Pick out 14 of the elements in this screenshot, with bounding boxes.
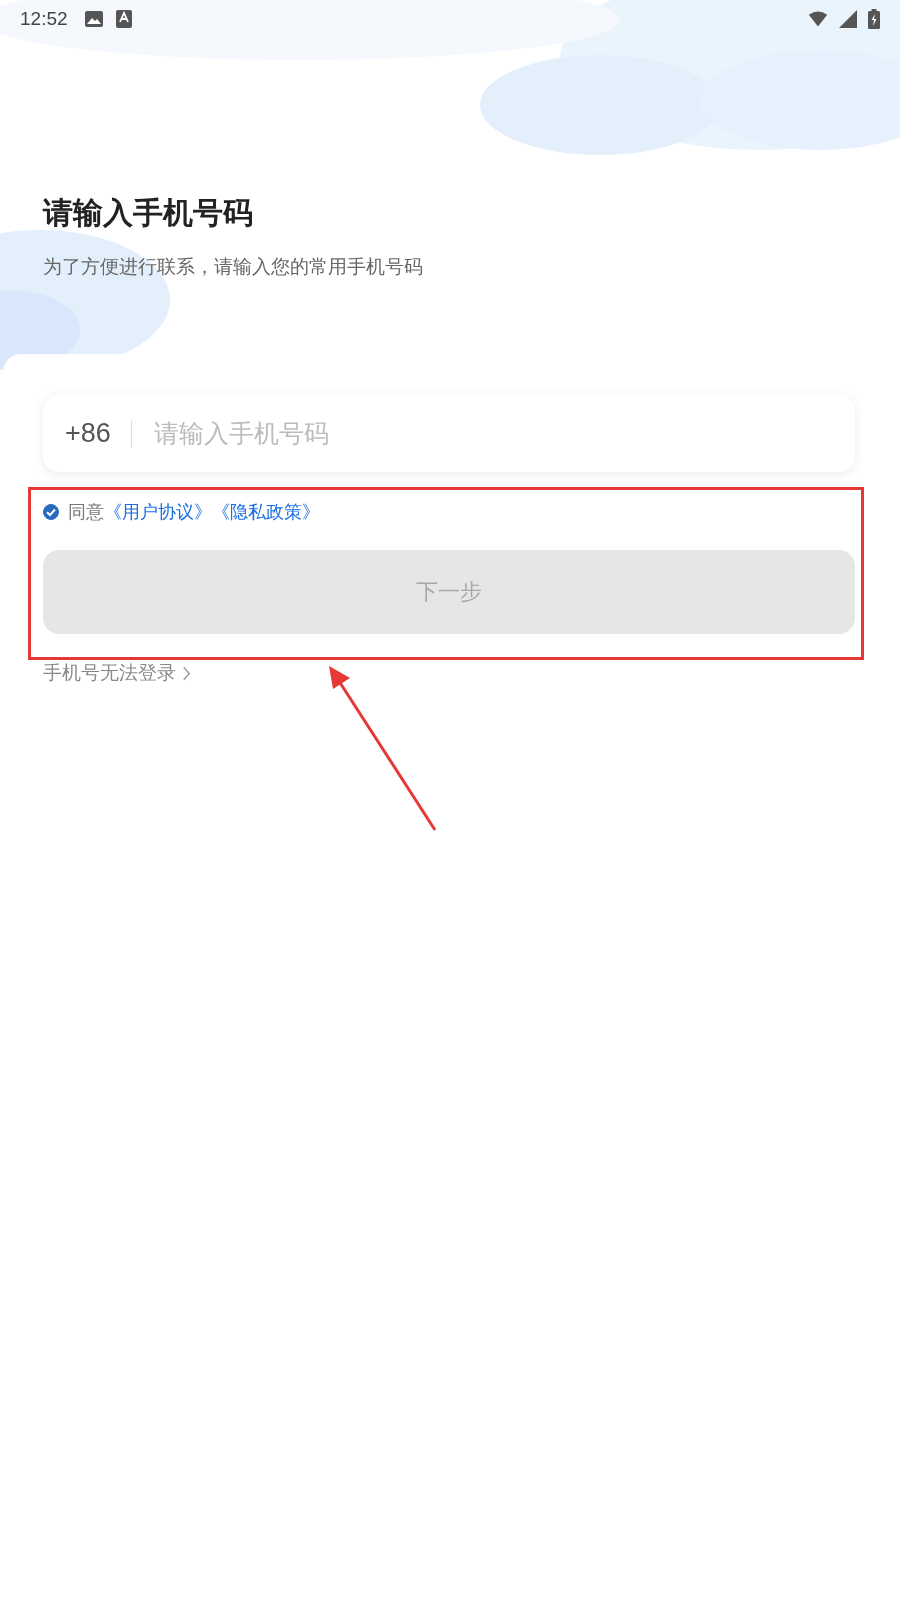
agreement-link[interactable]: 《用户协议》 <box>104 500 212 524</box>
agreement-link[interactable]: 《隐私政策》 <box>212 500 320 524</box>
page-title: 请输入手机号码 <box>43 194 254 232</box>
country-code[interactable]: +86 <box>65 418 111 449</box>
checkbox[interactable] <box>43 504 59 520</box>
chevron-right-icon <box>182 664 191 682</box>
signal-icon <box>838 9 858 29</box>
agreement-text: 同意 <box>68 500 104 524</box>
battery-icon <box>868 9 880 29</box>
wifi-icon <box>808 9 828 29</box>
status-time: 12:52 <box>20 8 68 30</box>
help-link[interactable]: 手机号无法登录 <box>43 660 176 686</box>
phone-input-field[interactable]: +86 请输入手机号码 <box>43 395 855 472</box>
page-subtitle: 为了方便进行联系，请输入您的常用手机号码 <box>43 254 424 279</box>
